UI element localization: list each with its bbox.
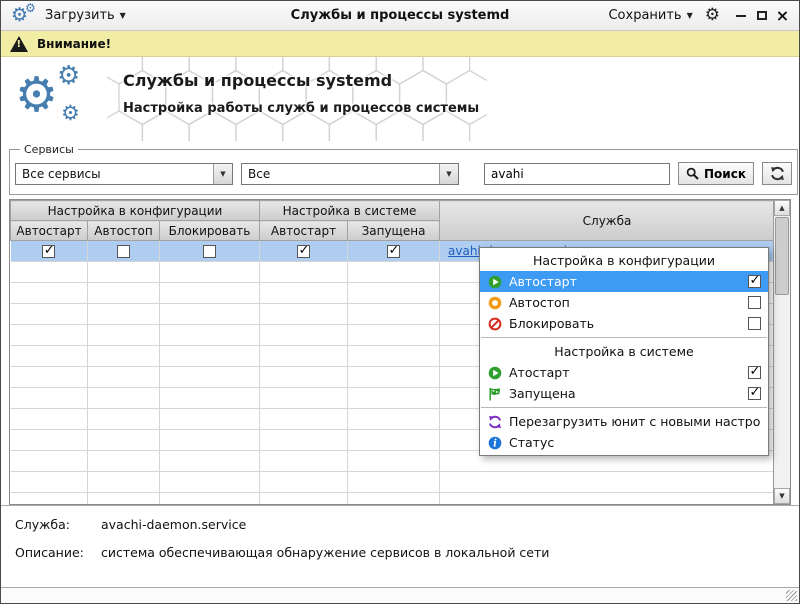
banner-title: Службы и процессы systemd <box>123 71 392 90</box>
cell-config-autostart <box>11 241 88 262</box>
group-header-config: Настройка в конфигурации <box>11 201 260 221</box>
maximize-button[interactable] <box>755 9 768 22</box>
state-select[interactable]: Все ▼ <box>241 163 459 185</box>
menu-item-label: Блокировать <box>509 316 741 331</box>
column-header-service: Служба <box>440 201 775 241</box>
titlebar: ⚙⚙ Загрузить ▼ Службы и процессы systemd… <box>1 1 799 31</box>
warning-icon <box>10 36 28 52</box>
column-header-config-autostart: Автостарт <box>11 221 88 241</box>
services-fieldset: Сервисы Все сервисы ▼ Все ▼ Поиск <box>9 143 798 195</box>
state-value: Все <box>242 164 439 184</box>
save-menu-button[interactable]: Сохранить ▼ <box>608 8 692 23</box>
context-menu: Настройка в конфигурации Автостарт Автосто… <box>479 247 769 456</box>
menu-item-label: Запущена <box>509 386 741 401</box>
menu-header-config: Настройка в конфигурации <box>480 250 768 271</box>
menu-item-label: Автостоп <box>509 295 741 310</box>
app-window: ⚙⚙ Загрузить ▼ Службы и процессы systemd… <box>0 0 800 604</box>
warning-bar: Внимание! <box>1 31 799 57</box>
load-menu-label: Загрузить <box>45 8 115 23</box>
status-bar <box>1 587 799 603</box>
cell-config-block <box>160 241 260 262</box>
cell-system-autostart <box>260 241 348 262</box>
menu-item-label: Автостарт <box>509 274 741 289</box>
window-controls: × <box>734 9 789 22</box>
minimize-button[interactable] <box>734 9 747 22</box>
description-label: Описание: <box>15 545 101 560</box>
dropdown-arrow-icon[interactable]: ▼ <box>213 164 232 184</box>
info-icon: i <box>487 436 502 450</box>
refresh-icon <box>770 166 785 181</box>
menu-item-system-autostart-checkbox[interactable] <box>748 366 761 379</box>
menu-item-reload-unit[interactable]: Перезагрузить юнит с новыми настройками <box>480 411 768 432</box>
menu-item-system-running[interactable]: Запущена <box>480 383 768 404</box>
menu-item-config-autostop-checkbox[interactable] <box>748 296 761 309</box>
config-autostart-checkbox[interactable] <box>42 245 55 258</box>
chevron-down-icon: ▼ <box>120 11 126 20</box>
refresh-button[interactable] <box>762 162 792 185</box>
menu-item-system-autostart[interactable]: Атостарт <box>480 362 768 383</box>
system-autostart-checkbox[interactable] <box>297 245 310 258</box>
menu-header-system: Настройка в системе <box>480 341 768 362</box>
menu-separator <box>481 337 767 338</box>
hexagon-pattern <box>107 57 487 141</box>
menu-item-label: Атостарт <box>509 365 741 380</box>
svg-text:i: i <box>493 438 497 449</box>
scroll-down-button[interactable]: ▼ <box>774 488 790 504</box>
config-block-checkbox[interactable] <box>203 245 216 258</box>
menu-item-status[interactable]: i Статус <box>480 432 768 453</box>
load-menu-button[interactable]: Загрузить ▼ <box>45 8 126 23</box>
app-logo-gears: ⚙⚙⚙ <box>13 61 109 139</box>
config-autostop-checkbox[interactable] <box>117 245 130 258</box>
save-menu-label: Сохранить <box>608 8 681 23</box>
service-label: Служба: <box>15 517 101 532</box>
menu-separator <box>481 407 767 408</box>
play-icon <box>487 275 502 289</box>
banner: ⚙⚙⚙ Службы и процессы systemd Настройка … <box>1 57 799 141</box>
menu-item-config-autostart-checkbox[interactable] <box>748 275 761 288</box>
column-header-system-autostart: Автостарт <box>260 221 348 241</box>
search-button[interactable]: Поиск <box>678 162 754 185</box>
empty-row <box>11 493 775 506</box>
menu-item-label: Перезагрузить юнит с новыми настройками <box>509 414 761 429</box>
menu-item-config-autostart[interactable]: Автостарт <box>480 271 768 292</box>
cell-system-running <box>348 241 440 262</box>
system-running-checkbox[interactable] <box>387 245 400 258</box>
search-icon <box>686 167 699 180</box>
dropdown-arrow-icon[interactable]: ▼ <box>439 164 458 184</box>
service-type-select[interactable]: Все сервисы ▼ <box>15 163 233 185</box>
menu-item-system-running-checkbox[interactable] <box>748 387 761 400</box>
search-button-label: Поиск <box>704 167 746 181</box>
block-icon <box>487 317 502 331</box>
banner-subtitle: Настройка работы служб и процессов систе… <box>123 101 479 116</box>
chevron-down-icon: ▼ <box>687 11 693 20</box>
column-header-config-autostop: Автостоп <box>88 221 160 241</box>
group-header-system: Настройка в системе <box>260 201 440 221</box>
cell-config-autostop <box>88 241 160 262</box>
reload-icon <box>487 415 502 429</box>
settings-gear-icon[interactable]: ⚙ <box>705 7 720 24</box>
close-button[interactable]: × <box>776 9 789 22</box>
app-gears-icon: ⚙⚙ <box>11 4 38 28</box>
empty-row <box>11 472 775 493</box>
column-header-config-block: Блокировать <box>160 221 260 241</box>
details-panel: Служба: avachi-daemon.service Описание: … <box>1 505 799 560</box>
scrollbar-thumb[interactable] <box>775 217 789 295</box>
description-value: система обеспечивающая обнаружение серви… <box>101 545 549 560</box>
search-input[interactable] <box>484 163 670 185</box>
flag-icon <box>487 387 502 401</box>
menu-item-config-block[interactable]: Блокировать <box>480 313 768 334</box>
column-header-system-running: Запущена <box>348 221 440 241</box>
resize-grip[interactable] <box>786 590 797 601</box>
service-value: avachi-daemon.service <box>101 517 246 532</box>
play-icon <box>487 366 502 380</box>
vertical-scrollbar[interactable]: ▲ ▼ <box>773 200 790 504</box>
stop-icon <box>487 296 502 310</box>
warning-text: Внимание! <box>37 37 111 51</box>
service-type-value: Все сервисы <box>16 164 213 184</box>
services-legend: Сервисы <box>20 143 78 156</box>
menu-item-label: Статус <box>509 435 761 450</box>
menu-item-config-autostop[interactable]: Автостоп <box>480 292 768 313</box>
menu-item-config-block-checkbox[interactable] <box>748 317 761 330</box>
scroll-up-button[interactable]: ▲ <box>774 200 790 216</box>
